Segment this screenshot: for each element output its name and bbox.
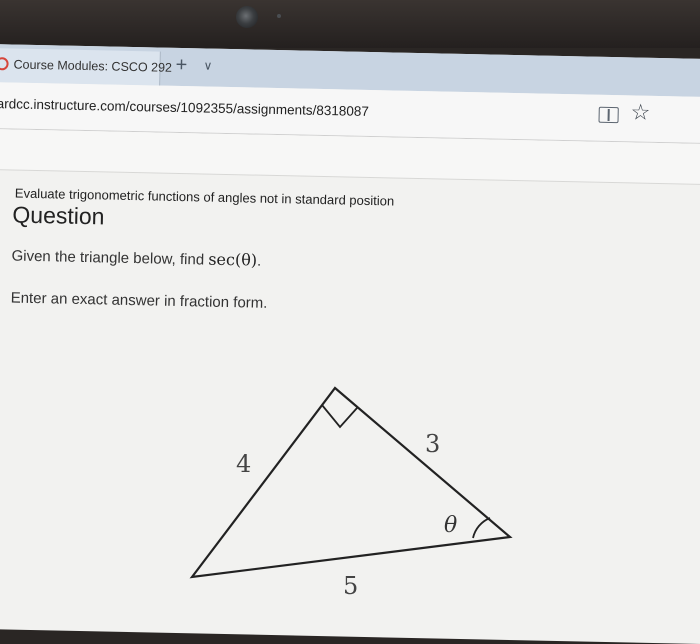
angle-arc <box>472 517 491 539</box>
angle-label: θ <box>444 513 457 538</box>
side-label-bottom: 5 <box>343 572 358 600</box>
right-angle-marker <box>321 404 358 429</box>
side-label-right: 3 <box>425 430 440 458</box>
side-label-left: 4 <box>236 450 251 478</box>
triangle-shape <box>189 386 513 579</box>
triangle-figure: 4 3 5 θ <box>189 386 513 600</box>
